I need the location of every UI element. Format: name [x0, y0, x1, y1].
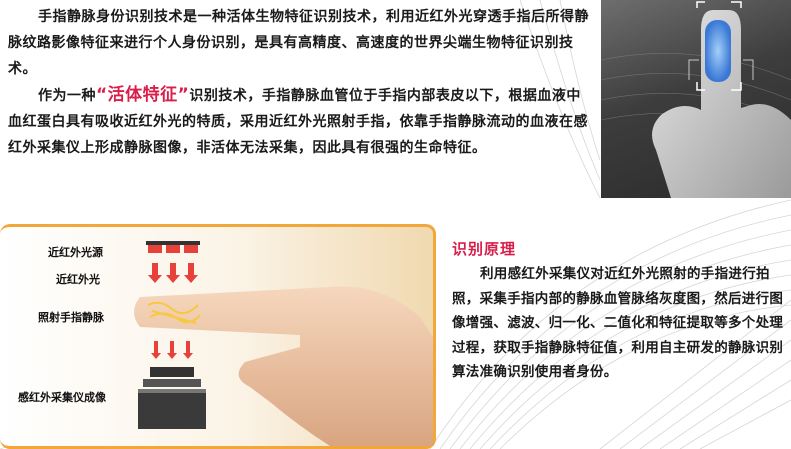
vein-capture-diagram: 近红外光源 近红外光 照射手指静脉 感红外采集仪成像: [0, 224, 436, 449]
transmitted-light-arrows: [151, 341, 193, 359]
intro-paragraph-1: 手指静脉身份识别技术是一种活体生物特征识别技术，利用近红外光穿透手指后所得静脉纹…: [8, 9, 589, 77]
ir-sensor-icon: [138, 367, 206, 429]
label-ir-light: 近红外光: [56, 273, 100, 286]
principle-text-block: 利用感红外采集仪对近红外光照射的手指进行拍照，采集手指内部的静脉血管脉络灰度图，…: [452, 262, 786, 385]
scan-glow: [705, 20, 731, 82]
principle-paragraph: 利用感红外采集仪对近红外光照射的手指进行拍照，采集手指内部的静脉血管脉络灰度图，…: [452, 266, 784, 380]
ir-light-arrows: [148, 263, 198, 283]
label-ir-source: 近红外光源: [48, 246, 103, 259]
label-sensor-imaging: 感红外采集仪成像: [18, 391, 106, 404]
intro-paragraph-2: 作为一种“活体特征”识别技术，手指静脉血管位于手指内部表皮以下，根据血液中血红蛋…: [8, 82, 593, 161]
intro-text-block: 手指静脉身份识别技术是一种活体生物特征识别技术，利用近红外光穿透手指后所得静脉纹…: [8, 4, 593, 161]
live-feature-highlight: “活体特征”: [96, 85, 190, 105]
intro-paragraph-2-before: 作为一种: [38, 88, 96, 104]
ir-source-icon: [146, 241, 200, 253]
finger-scan-photo: [601, 0, 791, 198]
finger-scan-illustration: [601, 1, 791, 198]
label-finger-vein: 照射手指静脉: [38, 311, 104, 324]
principle-title: 识别原理: [452, 240, 517, 258]
